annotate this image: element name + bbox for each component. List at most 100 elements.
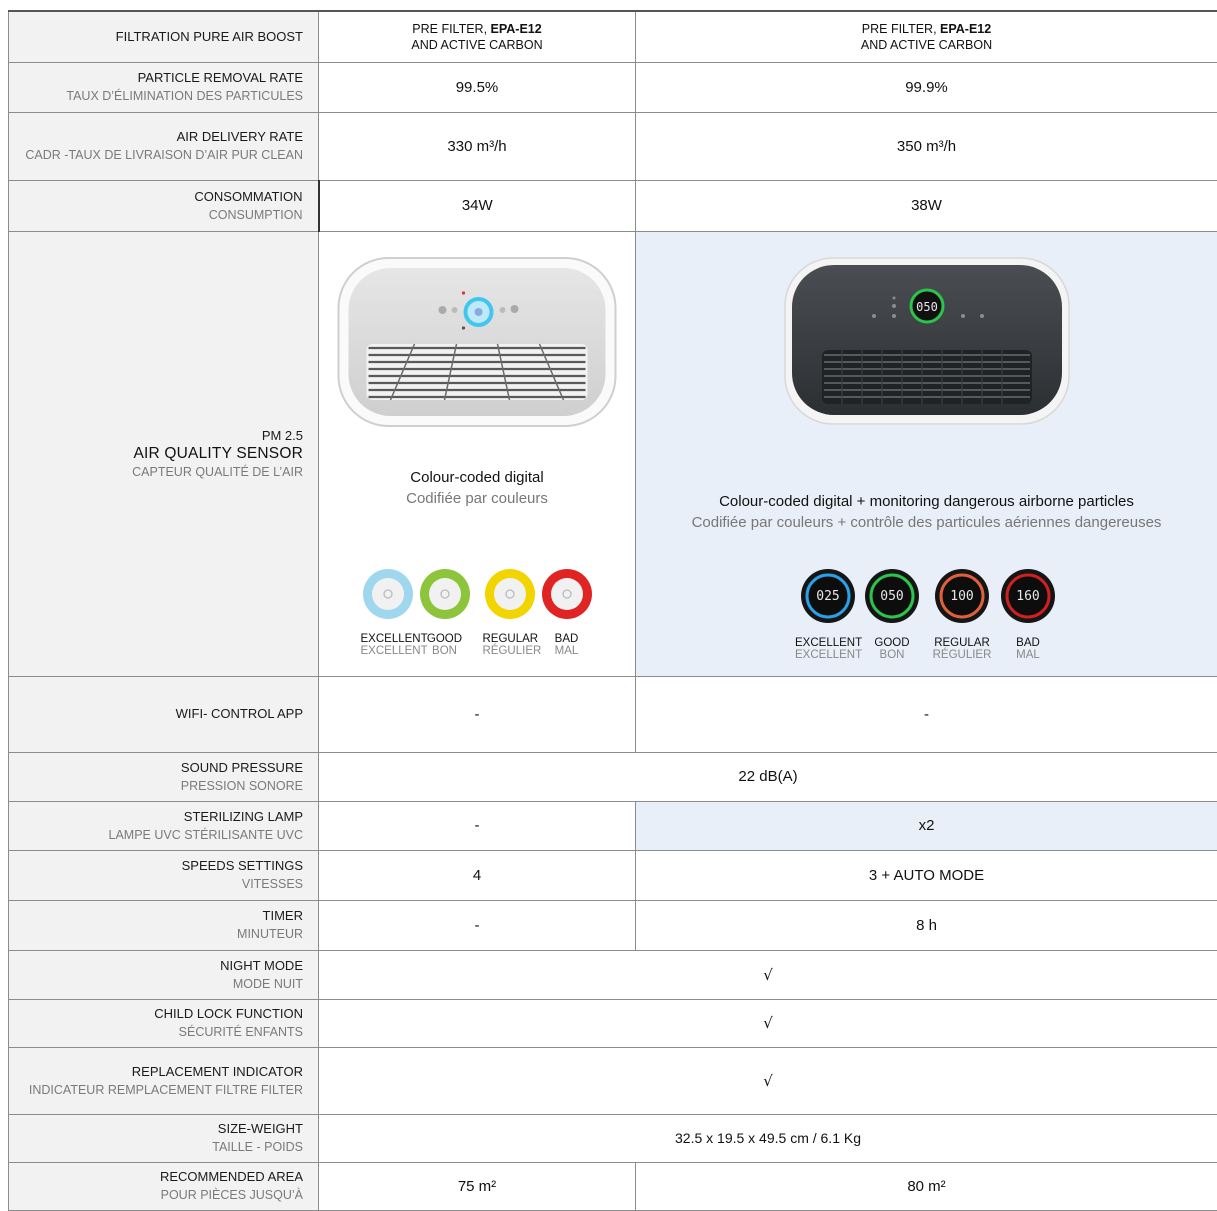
value-timer-b: 8 h [636, 900, 1217, 950]
sensor-a-lights: EXCELLENT EXCELLENT GOOD BON [319, 568, 635, 657]
light-a-regular-fr: RÉGULIER [483, 645, 537, 657]
light-ring-regular [484, 568, 536, 620]
light-a-good-fr: BON [418, 645, 472, 657]
value-filtration-a: PRE FILTER, EPA-E12 AND ACTIVE CARBON [319, 11, 636, 62]
value-lamp-b: x2 [636, 801, 1217, 850]
value-consumption-b: 38W [636, 180, 1217, 231]
display-b-good: 050 GOOD BON [864, 568, 920, 661]
display-b-excellent-fr: EXCELLENT [795, 649, 861, 661]
value-particle-a: 99.5% [319, 62, 636, 112]
filtration-a-post: AND ACTIVE CARBON [411, 38, 542, 52]
display-b-good-en: GOOD [864, 637, 920, 649]
label-consumption-en: CONSOMMATION [17, 188, 303, 206]
label-consumption: CONSOMMATION CONSUMPTION [9, 180, 319, 231]
value-speeds-b: 3 + AUTO MODE [636, 850, 1217, 900]
filtration-b-bold: EPA-E12 [940, 22, 991, 36]
light-a-excellent-en: EXCELLENT [361, 633, 415, 645]
display-b-excellent-en: EXCELLENT [795, 637, 861, 649]
label-sensor-top: PM 2.5 [17, 427, 303, 445]
filtration-b-pre: PRE FILTER, [862, 22, 940, 36]
label-sensor-fr: CAPTEUR QUALITÉ DE L’AIR [17, 463, 303, 481]
check-icon-night: √ [319, 950, 1217, 999]
label-timer: TIMER MINUTEUR [9, 900, 319, 950]
value-wifi-b: - [636, 676, 1217, 752]
sensor-cell-a: Colour-coded digital Codifiée par couleu… [319, 231, 636, 676]
label-air-delivery-fr: CADR -TAUX DE LIVRAISON D’AIR PUR CLEAN [17, 146, 303, 164]
row-replacement: REPLACEMENT INDICATOR INDICATEUR REMPLAC… [9, 1047, 1217, 1114]
display-b-bad-en: BAD [998, 637, 1058, 649]
display-b-excellent-value: 025 [816, 589, 839, 604]
label-night-en: NIGHT MODE [17, 957, 303, 975]
row-size: SIZE-WEIGHT TAILLE - POIDS 32.5 x 19.5 x… [9, 1114, 1217, 1162]
label-area-fr: POUR PIÈCES JUSQU’À [17, 1186, 303, 1204]
label-particle-en: PARTICLE REMOVAL RATE [17, 69, 303, 87]
light-a-bad: BAD MAL [540, 568, 594, 657]
sensor-a-desc-fr: Codifiée par couleurs [319, 490, 635, 507]
display-ring-excellent: 025 [800, 568, 856, 624]
label-speeds-en: SPEEDS SETTINGS [17, 857, 303, 875]
label-replacement-en: REPLACEMENT INDICATOR [17, 1063, 303, 1081]
row-particle: PARTICLE REMOVAL RATE TAUX D’ÉLIMINATION… [9, 62, 1217, 112]
comparison-table: FILTRATION PURE AIR BOOST PRE FILTER, EP… [8, 10, 1217, 1211]
value-area-b: 80 m² [636, 1162, 1217, 1210]
label-air-delivery: AIR DELIVERY RATE CADR -TAUX DE LIVRAISO… [9, 112, 319, 180]
sensor-a-desc: Colour-coded digital [319, 469, 635, 486]
row-speeds: SPEEDS SETTINGS VITESSES 4 3 + AUTO MODE [9, 850, 1217, 900]
light-ring-bad [541, 568, 593, 620]
label-child-fr: SÉCURITÉ ENFANTS [17, 1023, 303, 1041]
label-night: NIGHT MODE MODE NUIT [9, 950, 319, 999]
value-sound: 22 dB(A) [319, 752, 1217, 801]
display-b-regular-en: REGULAR [929, 637, 995, 649]
display-b-bad-value: 160 [1016, 589, 1039, 604]
row-sound: SOUND PRESSURE PRESSION SONORE 22 dB(A) [9, 752, 1217, 801]
label-speeds: SPEEDS SETTINGS VITESSES [9, 850, 319, 900]
filtration-a-pre: PRE FILTER, [412, 22, 490, 36]
light-a-bad-en: BAD [540, 633, 594, 645]
purifier-dark-image: 050 [782, 254, 1072, 434]
label-replacement: REPLACEMENT INDICATOR INDICATEUR REMPLAC… [9, 1047, 319, 1114]
display-b-bad-fr: MAL [998, 649, 1058, 661]
label-size-en: SIZE-WEIGHT [17, 1120, 303, 1138]
label-filtration: FILTRATION PURE AIR BOOST [9, 11, 319, 62]
row-filtration: FILTRATION PURE AIR BOOST PRE FILTER, EP… [9, 11, 1217, 62]
filtration-a-bold: EPA-E12 [491, 22, 542, 36]
label-timer-fr: MINUTEUR [17, 925, 303, 943]
label-area-en: RECOMMENDED AREA [17, 1168, 303, 1186]
label-particle: PARTICLE REMOVAL RATE TAUX D’ÉLIMINATION… [9, 62, 319, 112]
label-sensor: PM 2.5 AIR QUALITY SENSOR CAPTEUR QUALIT… [9, 231, 319, 676]
display-ring-good: 050 [864, 568, 920, 624]
display-b-regular-value: 100 [950, 589, 973, 604]
sensor-cell-b: 050 [636, 231, 1217, 676]
row-sensor: PM 2.5 AIR QUALITY SENSOR CAPTEUR QUALIT… [9, 231, 1217, 676]
value-area-a: 75 m² [319, 1162, 636, 1210]
display-b-regular-fr: RÉGULIER [929, 649, 995, 661]
label-sound-fr: PRESSION SONORE [17, 777, 303, 795]
label-filtration-text: FILTRATION PURE AIR BOOST [17, 28, 303, 46]
display-b-bad: 160 BAD MAL [998, 568, 1058, 661]
value-wifi-a: - [319, 676, 636, 752]
light-a-good-en: GOOD [418, 633, 472, 645]
row-child: CHILD LOCK FUNCTION SÉCURITÉ ENFANTS √ [9, 999, 1217, 1047]
value-size: 32.5 x 19.5 x 49.5 cm / 6.1 Kg [319, 1114, 1217, 1162]
label-lamp: STERILIZING LAMP LAMPE UVC STÉRILISANTE … [9, 801, 319, 850]
light-a-excellent-fr: EXCELLENT [361, 645, 415, 657]
label-replacement-fr: INDICATEUR REMPLACEMENT FILTRE FILTER [17, 1081, 303, 1099]
light-a-bad-fr: MAL [540, 645, 594, 657]
label-wifi-text: WIFI- CONTROL APP [17, 705, 303, 723]
display-ring-regular: 100 [934, 568, 990, 624]
row-air-delivery: AIR DELIVERY RATE CADR -TAUX DE LIVRAISO… [9, 112, 1217, 180]
label-particle-fr: TAUX D’ÉLIMINATION DES PARTICULES [17, 87, 303, 105]
value-particle-b: 99.9% [636, 62, 1217, 112]
check-icon-replacement: √ [319, 1047, 1217, 1114]
value-air-delivery-b: 350 m³/h [636, 112, 1217, 180]
label-sound-en: SOUND PRESSURE [17, 759, 303, 777]
check-icon-child: √ [319, 999, 1217, 1047]
sensor-b-desc: Colour-coded digital + monitoring danger… [636, 493, 1217, 510]
row-wifi: WIFI- CONTROL APP - - [9, 676, 1217, 752]
label-size-fr: TAILLE - POIDS [17, 1138, 303, 1156]
display-b-excellent: 025 EXCELLENT EXCELLENT [795, 568, 861, 661]
purifier-white-image [335, 252, 620, 437]
value-filtration-b: PRE FILTER, EPA-E12 AND ACTIVE CARBON [636, 11, 1217, 62]
label-sound: SOUND PRESSURE PRESSION SONORE [9, 752, 319, 801]
label-child-en: CHILD LOCK FUNCTION [17, 1005, 303, 1023]
